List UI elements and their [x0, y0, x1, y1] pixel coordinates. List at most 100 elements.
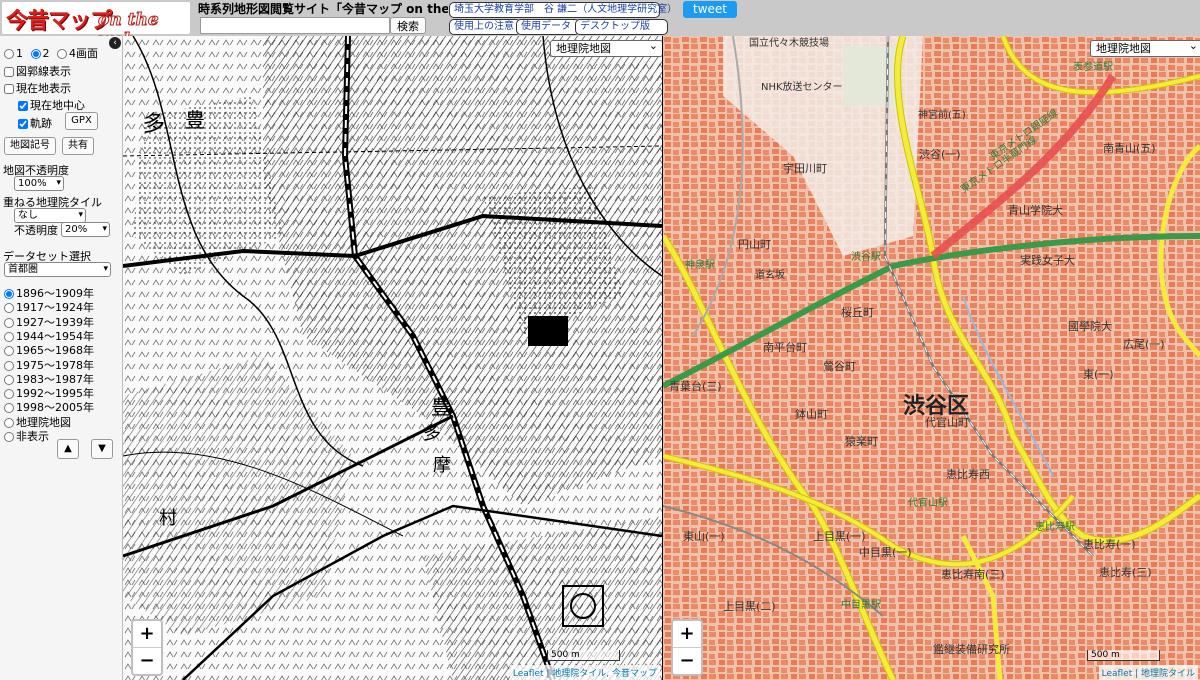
screen-radio-1[interactable] [4, 49, 14, 59]
period-radio[interactable] [4, 417, 14, 428]
left-scale-bar: 500 m [547, 650, 620, 661]
place-label: 代官山町 [925, 416, 969, 429]
screen-radio-4[interactable] [57, 49, 67, 59]
old-map-label: 村 [159, 508, 177, 529]
place-label: 恵比寿西 [946, 468, 990, 481]
place-label: 恵比寿南(三) [941, 568, 1005, 581]
place-label: 円山町 [738, 238, 771, 251]
gpx-button[interactable]: GPX [65, 112, 98, 130]
author-link-button[interactable]: 埼玉大学教育学部 谷 謙二（人文地理学研究室） [449, 2, 677, 18]
grid-lines-toggle[interactable]: 図郭線表示 [4, 63, 71, 79]
left-map-layer-select[interactable]: 地理院地図 [550, 38, 662, 57]
place-label: 道玄坂 [755, 270, 785, 281]
place-label: 恵比寿(三) [1099, 566, 1152, 579]
desktop-version-button[interactable]: デスクトップ版 [575, 19, 668, 35]
map-opacity-select[interactable]: 100% [14, 176, 64, 191]
period-radio[interactable] [4, 289, 14, 299]
place-label: 國學院大 [1068, 320, 1112, 333]
gsi-map[interactable] [663, 36, 1200, 680]
period-label: 1983〜1987年 [16, 372, 94, 386]
period-label: 1965〜1968年 [16, 344, 94, 358]
period-label: 非表示 [16, 430, 49, 443]
old-map-label: 多 [423, 423, 441, 444]
dataset-select[interactable]: 首都圏 [4, 262, 111, 277]
right-zoom-in-button[interactable]: + [673, 621, 701, 647]
place-label: 鑑継装備研究所 [933, 643, 1010, 656]
place-label: 南青山(五) [1103, 142, 1156, 155]
left-zoom-out-button[interactable]: − [133, 647, 161, 674]
place-label: 国立代々木競技場 [749, 38, 829, 49]
place-label: 広尾(一) [1123, 338, 1165, 351]
place-label: 東山(一) [683, 530, 725, 543]
period-label: 1992〜1995年 [16, 387, 94, 401]
old-map-label: 豊 [431, 395, 451, 419]
left-map-pane[interactable]: 多 豊 豊 多 摩 村 地理院地図 + − 500 m Leaflet | 地理… [123, 36, 662, 680]
screen-option-2[interactable]: 2 [30, 47, 50, 60]
place-label: 猿楽町 [845, 435, 878, 448]
place-label: 桜丘町 [841, 306, 874, 319]
right-zoom-control: + − [671, 619, 703, 676]
right-attribution[interactable]: Leaflet | 地理院タイル [1098, 665, 1198, 680]
center-location-checkbox[interactable] [18, 101, 28, 111]
track-toggle[interactable]: 軌跡 [18, 115, 52, 131]
collapse-sidebar-button[interactable]: ‹ [109, 37, 121, 49]
location-toggle[interactable]: 現在地表示 [4, 80, 71, 96]
transparency-label: 不透明度 [14, 224, 58, 237]
place-label: NHK放送センター [761, 82, 843, 93]
left-zoom-in-button[interactable]: + [133, 621, 161, 647]
left-attribution[interactable]: Leaflet | 地理院タイル, 今昔マップ [509, 665, 660, 680]
period-label: 1975〜1978年 [16, 358, 94, 372]
search-button[interactable]: 検索 [390, 17, 426, 34]
period-label: 1896〜1909年 [16, 287, 94, 300]
period-radio[interactable] [4, 389, 14, 400]
map-symbols-button[interactable]: 地図記号 [4, 137, 56, 155]
place-label: 宇田川町 [783, 162, 827, 175]
station-label: 表参道駅 [1073, 62, 1113, 73]
station-label: 渋谷駅 [851, 252, 881, 263]
right-map-layer-select[interactable]: 地理院地図 [1090, 38, 1200, 57]
transparency-select[interactable]: 20% [61, 222, 110, 237]
period-radio[interactable] [4, 317, 14, 328]
search-input[interactable] [200, 17, 390, 34]
old-map-label: 多 [143, 112, 166, 137]
screen-count-options: 1 2 4画面 [4, 45, 98, 61]
period-radio[interactable] [4, 331, 14, 342]
share-button[interactable]: 共有 [62, 137, 94, 155]
place-label: 上目黒(二) [723, 600, 776, 613]
period-radio[interactable] [4, 432, 14, 442]
station-label: 代官山駅 [908, 498, 948, 509]
place-label: 鉢山町 [795, 408, 828, 421]
period-label: 1944〜1954年 [16, 329, 94, 343]
period-radio[interactable] [4, 374, 14, 385]
period-option[interactable]: 非表示 [4, 428, 49, 444]
period-down-button[interactable]: ▼ [91, 439, 113, 459]
place-label: 中目黒(一) [859, 546, 912, 559]
period-radio[interactable] [4, 360, 14, 371]
period-radio[interactable] [4, 403, 14, 414]
period-label: 1927〜1939年 [16, 315, 94, 329]
left-zoom-control: + − [131, 619, 163, 676]
center-location-toggle[interactable]: 現在地中心 [18, 97, 85, 113]
period-radio[interactable] [4, 303, 14, 314]
data-used-button[interactable]: 使用データ [516, 19, 580, 35]
location-checkbox[interactable] [4, 84, 14, 94]
station-label: 中目黒駅 [841, 600, 881, 611]
header-bar: 今昔マップ on the web 時系列地形図閲覧サイト「今昔マップ on th… [0, 0, 1200, 51]
track-checkbox[interactable] [18, 119, 28, 129]
station-label: 神泉駅 [685, 260, 715, 271]
period-up-button[interactable]: ▲ [57, 439, 79, 459]
right-scale-bar: 500 m [1087, 650, 1160, 661]
right-map-pane[interactable]: 国立代々木競技場 NHK放送センター 神宮前(五) 渋谷(一) 渋谷駅 表参道駅… [663, 36, 1200, 680]
screen-option-4[interactable]: 4画面 [57, 47, 98, 60]
overlay-tile-select[interactable]: なし [14, 208, 86, 223]
grid-lines-checkbox[interactable] [4, 67, 14, 77]
screen-radio-2[interactable] [30, 49, 41, 59]
usage-notes-button[interactable]: 使用上の注意 [449, 19, 521, 35]
period-radio[interactable] [4, 346, 14, 357]
site-logo[interactable]: 今昔マップ on the web [2, 2, 190, 51]
right-zoom-out-button[interactable]: − [673, 647, 701, 674]
tweet-button[interactable]: tweet [683, 1, 737, 18]
screen-option-1[interactable]: 1 [4, 47, 23, 60]
place-label: 上目黒(一) [813, 530, 866, 543]
period-label: 地理院地図 [16, 415, 71, 429]
